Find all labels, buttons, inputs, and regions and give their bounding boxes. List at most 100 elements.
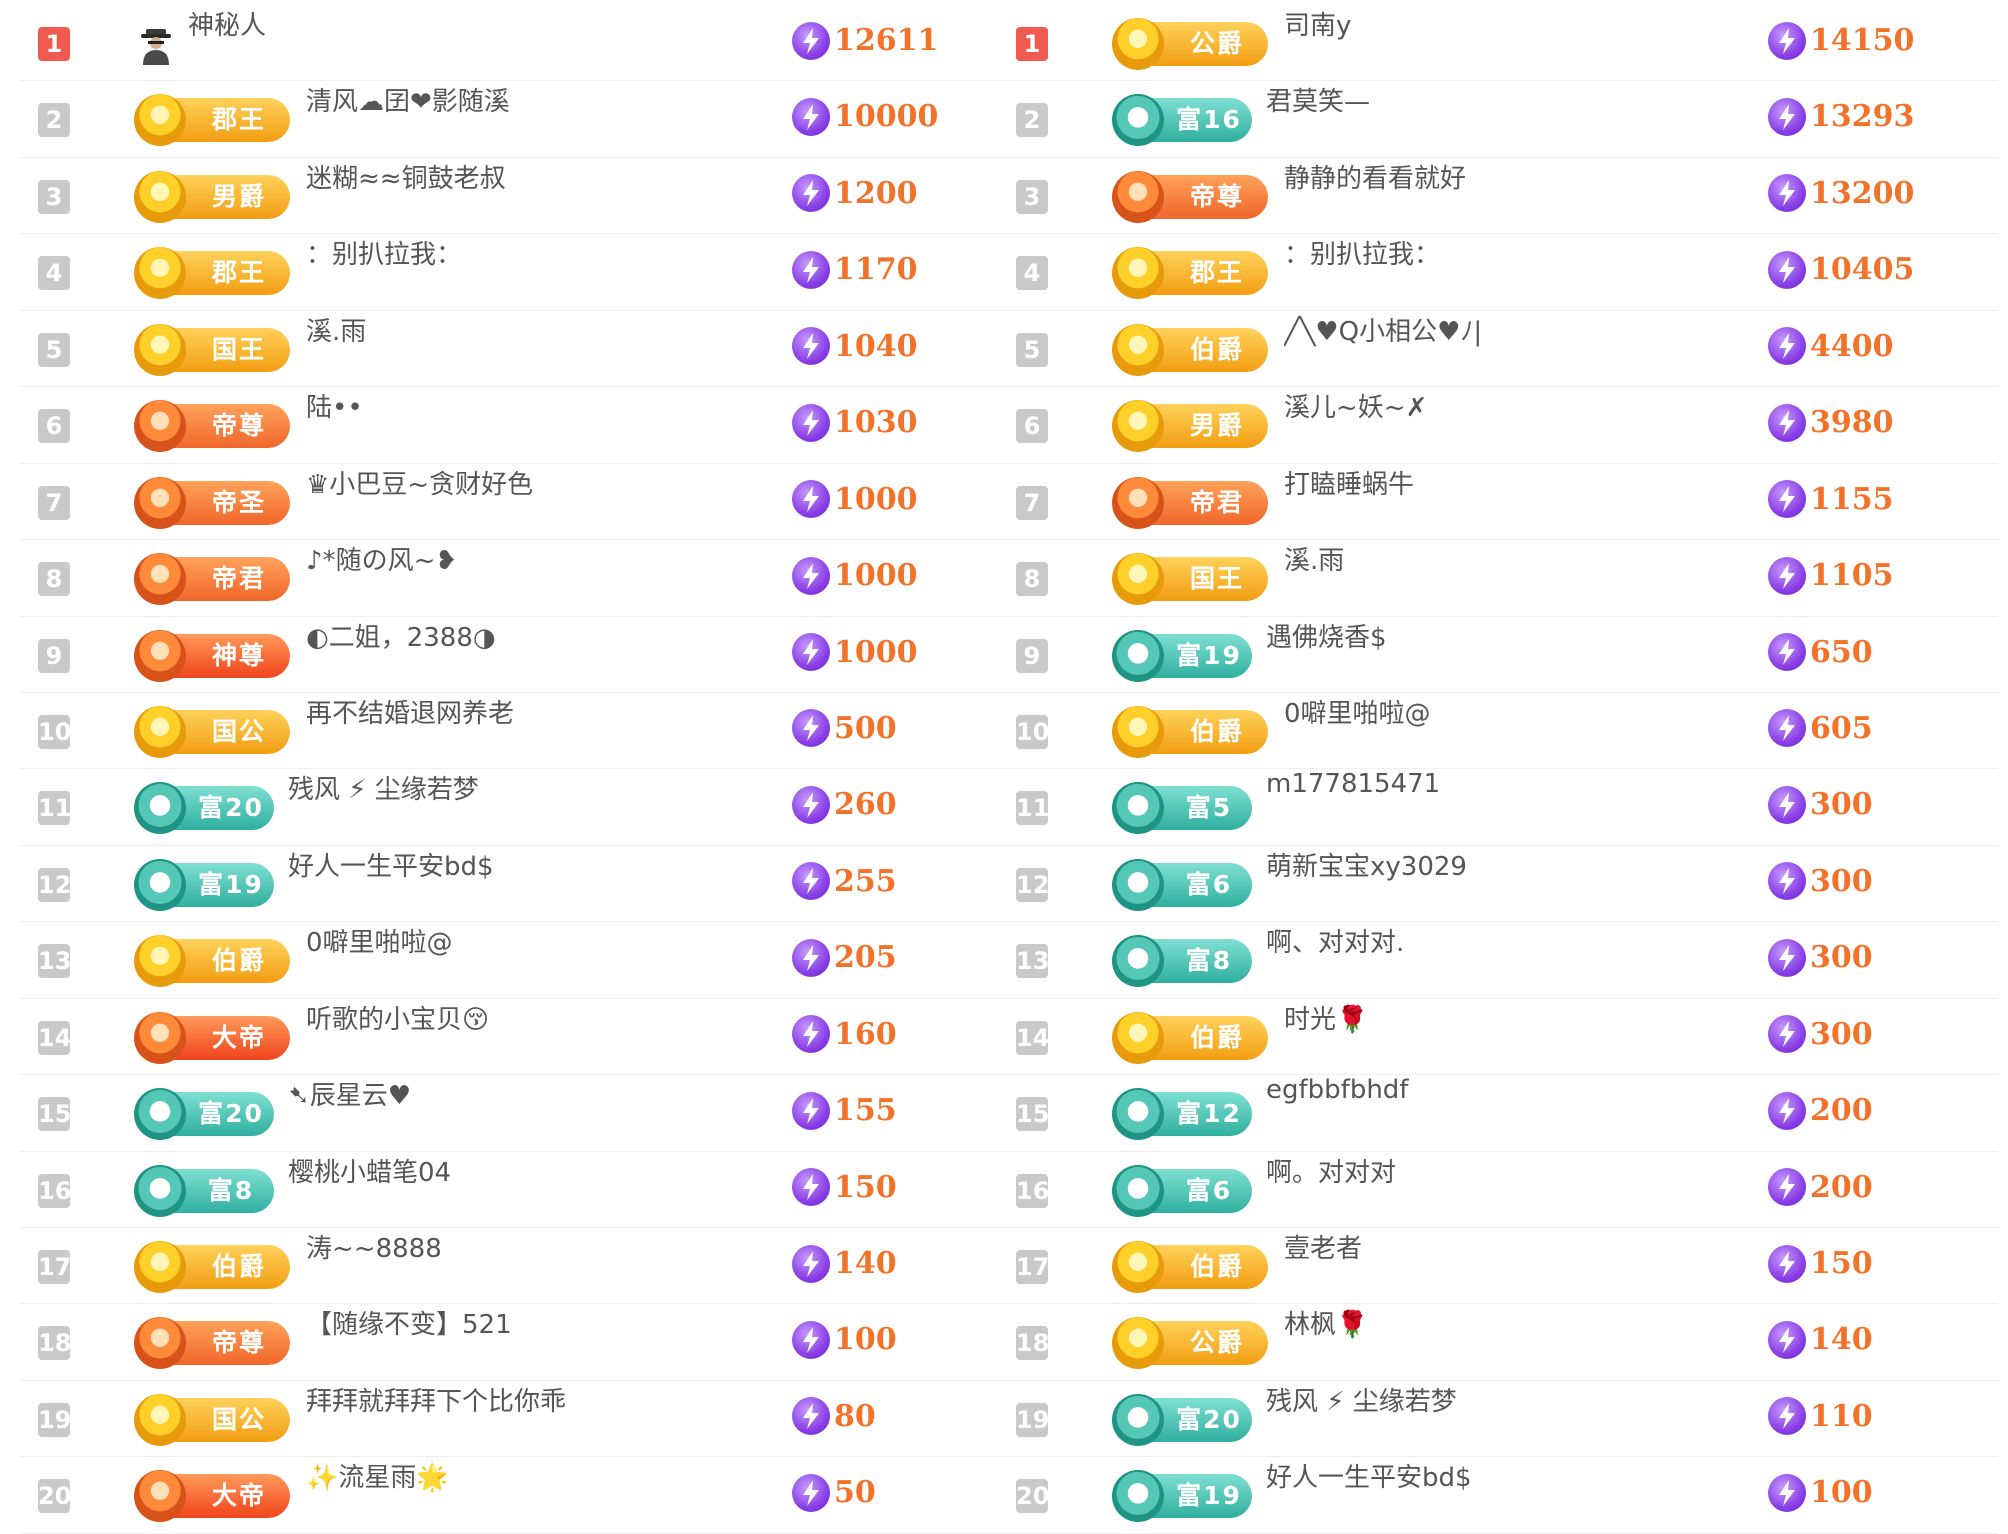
badge-label: 伯爵	[1189, 1022, 1244, 1052]
user-name[interactable]: 静静的看看就好	[1284, 158, 1734, 195]
user-name[interactable]: 涛~~8888	[306, 1228, 756, 1265]
leaderboard-row[interactable]: 1 公爵 司南y 14150	[998, 5, 1998, 82]
rank-badge: 帝圣	[134, 476, 290, 529]
user-name[interactable]: 司南y	[1284, 5, 1734, 42]
user-name[interactable]: ：别扒拉我：	[1284, 234, 1734, 271]
user-name[interactable]: ╱╲♥Q小相公♥ﾉ|	[1284, 311, 1734, 348]
leaderboard-row[interactable]: 13 富8 啊、对对对. 300	[998, 922, 1998, 999]
rank-badge: 富5	[1112, 782, 1252, 835]
leaderboard-row[interactable]: 6 帝尊 陆•• 1030	[20, 387, 998, 464]
user-name[interactable]: ：别扒拉我：	[306, 234, 756, 271]
user-name[interactable]: ◐二姐，2388◑	[306, 617, 756, 654]
leaderboard-row[interactable]: 17 伯爵 涛~~8888 140	[20, 1228, 998, 1305]
leaderboard-row[interactable]: 18 帝尊 【随缘不变】521 100	[20, 1304, 998, 1381]
leaderboard-row[interactable]: 9 富19 遇佛烧香$ 650	[998, 617, 1998, 693]
leaderboard-row[interactable]: 14 大帝 听歌的小宝贝😚 160	[20, 999, 998, 1076]
user-name[interactable]: 壹老者	[1284, 1228, 1734, 1265]
user-name[interactable]: 君莫笑—	[1266, 81, 1716, 118]
user-name[interactable]: 时光🌹	[1284, 999, 1734, 1036]
leaderboard-row[interactable]: 9 神尊 ◐二姐，2388◑ 1000	[20, 617, 998, 693]
user-name[interactable]: 打瞌睡蜗牛	[1284, 464, 1734, 501]
leaderboard-row[interactable]: 13 伯爵 0噼里啪啦@ 205	[20, 922, 998, 999]
user-name[interactable]: 遇佛烧香$	[1266, 617, 1716, 654]
score: 50	[792, 1457, 876, 1532]
leaderboard-row[interactable]: 17 伯爵 壹老者 150	[998, 1228, 1998, 1305]
leaderboard-row[interactable]: 4 郡王 ：别扒拉我： 10405	[998, 234, 1998, 311]
user-name[interactable]: 陆••	[306, 387, 756, 424]
rank-badge: 帝君	[1112, 476, 1268, 529]
badge-label: 伯爵	[211, 946, 266, 976]
lightning-bolt-icon	[792, 785, 830, 824]
leaderboard-row[interactable]: 7 帝君 打瞌睡蜗牛 1155	[998, 464, 1998, 541]
user-name[interactable]: 溪.雨	[1284, 540, 1734, 577]
user-name[interactable]: 溪.雨	[306, 311, 756, 348]
leaderboard-row[interactable]: 19 富20 残风 ⚡ 尘缘若梦 110	[998, 1381, 1998, 1458]
user-name[interactable]: 迷糊≈≈铜鼓老叔	[306, 158, 756, 195]
badge-label: 富12	[1176, 1099, 1242, 1129]
user-name[interactable]: 林枫🌹	[1284, 1304, 1734, 1341]
lightning-bolt-icon	[792, 1015, 830, 1054]
user-name[interactable]: 残风 ⚡ 尘缘若梦	[1266, 1381, 1716, 1418]
leaderboard-row[interactable]: 16 富8 樱桃小蜡笔04 150	[20, 1152, 998, 1228]
leaderboard-row[interactable]: 3 男爵 迷糊≈≈铜鼓老叔 1200	[20, 158, 998, 235]
user-name[interactable]: 溪儿~妖~✗	[1284, 387, 1734, 424]
user-name[interactable]: 再不结婚退网养老	[306, 693, 756, 730]
score-value: 300	[1810, 940, 1873, 976]
badge-label: 公爵	[1189, 29, 1244, 58]
user-name[interactable]: 残风 ⚡ 尘缘若梦	[288, 769, 738, 806]
leaderboard-row[interactable]: 12 富6 萌新宝宝xy3029 300	[998, 846, 1998, 923]
leaderboard-row[interactable]: 16 富6 啊。对对对 200	[998, 1152, 1998, 1228]
medal-icon	[134, 629, 186, 682]
rank-badge: 大帝	[134, 1470, 290, 1523]
leaderboard-row[interactable]: 14 伯爵 时光🌹 300	[998, 999, 1998, 1076]
score-value: 12611	[834, 23, 939, 58]
leaderboard-row[interactable]: 3 帝尊 静静的看看就好 13200	[998, 158, 1998, 235]
leaderboard-row[interactable]: 10 国公 再不结婚退网养老 500	[20, 693, 998, 770]
medal-icon	[134, 170, 186, 223]
user-name[interactable]: 萌新宝宝xy3029	[1266, 846, 1716, 883]
leaderboard-row[interactable]: 11 富5 m177815471 300	[998, 769, 1998, 846]
leaderboard-row[interactable]: 7 帝圣 ♛小巴豆~贪财好色 1000	[20, 464, 998, 541]
leaderboard-row[interactable]: 2 郡王 清风☁囝❤影随溪 10000	[20, 81, 998, 158]
rank-number: 1	[38, 27, 70, 61]
user-name[interactable]: ♛小巴豆~贪财好色	[306, 464, 756, 501]
user-name[interactable]: 啊。对对对	[1266, 1152, 1716, 1189]
leaderboard-row[interactable]: 4 郡王 ：别扒拉我： 1170	[20, 234, 998, 311]
leaderboard-row[interactable]: 8 国王 溪.雨 1105	[998, 540, 1998, 617]
leaderboard-row[interactable]: 1 神秘人 12611	[20, 5, 998, 82]
user-name[interactable]: 0噼里啪啦@	[1284, 693, 1734, 730]
user-name[interactable]: egfbbfbhdf	[1266, 1075, 1716, 1105]
leaderboard-row[interactable]: 15 富12 egfbbfbhdf 200	[998, 1075, 1998, 1152]
leaderboard-row[interactable]: 12 富19 好人一生平安bd$ 255	[20, 846, 998, 923]
leaderboard-row[interactable]: 15 富20 ➷辰星云♥ 155	[20, 1075, 998, 1152]
user-name[interactable]: 神秘人	[188, 5, 638, 42]
leaderboard-row[interactable]: 11 富20 残风 ⚡ 尘缘若梦 260	[20, 769, 998, 846]
score-value: 13200	[1810, 175, 1915, 211]
user-name[interactable]: 好人一生平安bd$	[288, 846, 738, 883]
user-name[interactable]: 拜拜就拜拜下个比你乖	[306, 1381, 756, 1418]
user-name[interactable]: 樱桃小蜡笔04	[288, 1152, 738, 1189]
leaderboard-row[interactable]: 20 富19 好人一生平安bd$ 100	[998, 1457, 1998, 1534]
leaderboard-row[interactable]: 2 富16 君莫笑— 13293	[998, 81, 1998, 158]
user-name[interactable]: ✨流星雨🌟	[306, 1457, 756, 1494]
rank-number: 14	[1016, 1020, 1049, 1055]
leaderboard-row[interactable]: 19 国公 拜拜就拜拜下个比你乖 80	[20, 1381, 998, 1458]
user-name[interactable]: 【随缘不变】521	[306, 1304, 756, 1341]
leaderboard-row[interactable]: 8 帝君 ♪*随の风~❥ 1000	[20, 540, 998, 617]
rank-badge: 帝尊	[134, 1317, 290, 1370]
leaderboard-row[interactable]: 6 男爵 溪儿~妖~✗ 3980	[998, 387, 1998, 464]
user-name[interactable]: ♪*随の风~❥	[306, 540, 756, 577]
leaderboard-row[interactable]: 18 公爵 林枫🌹 140	[998, 1304, 1998, 1381]
user-name[interactable]: 啊、对对对.	[1266, 922, 1716, 959]
user-name[interactable]: ➷辰星云♥	[288, 1075, 738, 1112]
leaderboard-row[interactable]: 5 国王 溪.雨 1040	[20, 311, 998, 388]
leaderboard-row[interactable]: 20 大帝 ✨流星雨🌟 50	[20, 1457, 998, 1534]
user-name[interactable]: 清风☁囝❤影随溪	[306, 81, 756, 118]
user-name[interactable]: 好人一生平安bd$	[1266, 1457, 1716, 1494]
user-name[interactable]: m177815471	[1266, 769, 1716, 799]
leaderboard-row[interactable]: 5 伯爵 ╱╲♥Q小相公♥ﾉ| 4400	[998, 311, 1998, 388]
user-name[interactable]: 0噼里啪啦@	[306, 922, 756, 959]
user-name[interactable]: 听歌的小宝贝😚	[306, 999, 756, 1036]
rank-badge: 富6	[1112, 858, 1252, 911]
leaderboard-row[interactable]: 10 伯爵 0噼里啪啦@ 605	[998, 693, 1998, 770]
